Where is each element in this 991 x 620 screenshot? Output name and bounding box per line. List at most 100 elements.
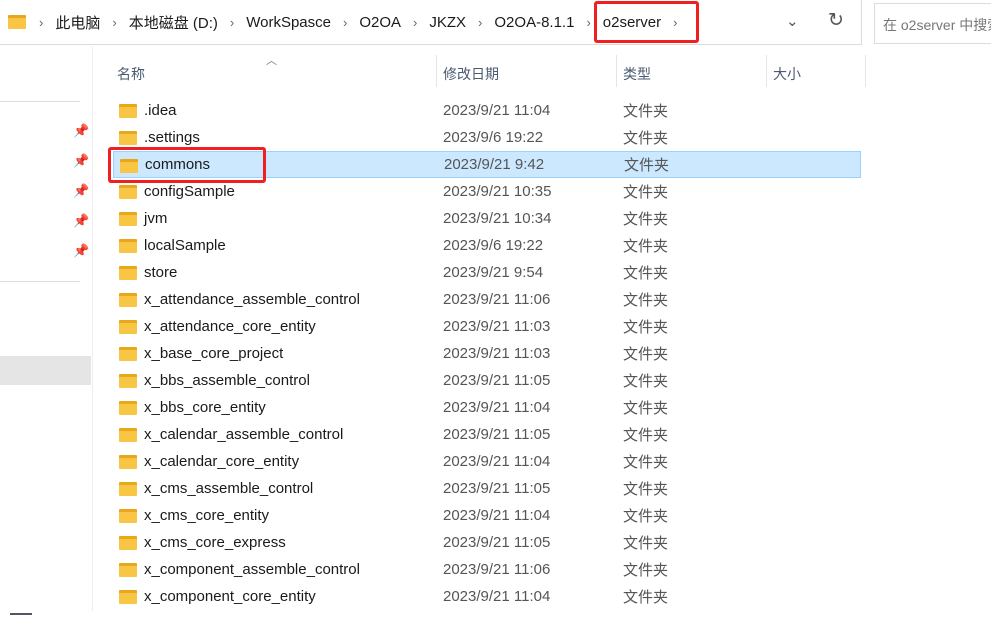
column-header-date[interactable]: 修改日期	[443, 55, 499, 91]
file-row[interactable]: localSample 2023/9/6 19:22 文件夹	[113, 232, 861, 259]
file-date: 2023/9/21 11:03	[443, 345, 551, 362]
file-row[interactable]: .idea 2023/9/21 11:04 文件夹	[113, 97, 861, 124]
file-date: 2023/9/21 11:04	[443, 399, 551, 416]
file-date: 2023/9/21 11:04	[443, 102, 551, 119]
file-name: configSample	[144, 183, 235, 200]
breadcrumb-item[interactable]: O2OA	[354, 14, 406, 31]
file-name: .idea	[144, 102, 177, 119]
file-type: 文件夹	[623, 346, 669, 363]
nav-item-selected[interactable]	[0, 356, 91, 385]
sort-ascending-icon: ︿	[266, 55, 277, 67]
column-header-size[interactable]: 大小	[773, 55, 801, 91]
folder-icon	[119, 428, 137, 442]
column-header-name[interactable]: 名称	[117, 55, 145, 91]
pin-icon[interactable]: 📌	[73, 123, 89, 139]
column-header-type[interactable]: 类型	[623, 55, 651, 91]
file-name: x_component_core_entity	[144, 588, 316, 605]
file-date: 2023/9/6 19:22	[443, 129, 544, 146]
breadcrumb-separator-icon[interactable]: ›	[336, 15, 354, 30]
file-name: store	[144, 264, 178, 281]
file-date: 2023/9/21 11:04	[443, 507, 551, 524]
column-divider[interactable]	[616, 55, 617, 87]
details-view-icon[interactable]	[10, 613, 32, 616]
pin-icon[interactable]: 📌	[73, 183, 89, 199]
divider	[0, 281, 80, 282]
breadcrumb-separator-icon[interactable]: ›	[105, 15, 123, 30]
file-row[interactable]: x_calendar_assemble_control 2023/9/21 11…	[113, 421, 861, 448]
breadcrumb-item[interactable]: WorkSpasce	[241, 14, 336, 31]
column-divider[interactable]	[766, 55, 767, 87]
file-type: 文件夹	[623, 400, 669, 417]
breadcrumb-item[interactable]: O2OA-8.1.1	[489, 14, 579, 31]
file-type: 文件夹	[623, 184, 669, 201]
refresh-icon[interactable]: ↻	[828, 9, 844, 32]
folder-icon	[119, 185, 137, 199]
folder-icon	[119, 212, 137, 226]
chevron-down-icon[interactable]: ⌄	[786, 12, 799, 30]
address-bar[interactable]: › 此电脑 › 本地磁盘 (D:) › WorkSpasce › O2OA › JKZX › O2OA…	[0, 0, 862, 45]
file-type: 文件夹	[623, 265, 669, 282]
breadcrumb: › 此电脑 › 本地磁盘 (D:) › WorkSpasce › O2OA › JKZX › O2OA…	[0, 0, 684, 44]
breadcrumb-item[interactable]: 此电脑	[50, 12, 105, 33]
breadcrumb-separator-icon[interactable]: ›	[32, 15, 50, 30]
file-date: 2023/9/6 19:22	[443, 237, 544, 254]
file-type: 文件夹	[623, 535, 669, 552]
file-date: 2023/9/21 10:35	[443, 183, 552, 200]
file-name: x_cms_core_express	[144, 534, 286, 551]
file-date: 2023/9/21 11:05	[443, 372, 551, 389]
folder-icon	[119, 347, 137, 361]
file-type: 文件夹	[623, 508, 669, 525]
folder-icon	[8, 15, 26, 29]
file-date: 2023/9/21 10:34	[443, 210, 552, 227]
file-row[interactable]: x_bbs_core_entity 2023/9/21 11:04 文件夹	[113, 394, 861, 421]
file-name: x_base_core_project	[144, 345, 284, 362]
folder-icon	[119, 536, 137, 550]
breadcrumb-item[interactable]: 本地磁盘 (D:)	[124, 12, 223, 33]
breadcrumb-item[interactable]: JKZX	[424, 14, 471, 31]
search-input[interactable]: 在 o2server 中搜索	[874, 3, 991, 44]
file-date: 2023/9/21 11:04	[443, 453, 551, 470]
file-type: 文件夹	[623, 373, 669, 390]
file-date: 2023/9/21 9:54	[443, 264, 544, 281]
folder-icon	[119, 239, 137, 253]
file-row[interactable]: x_cms_core_express 2023/9/21 11:05 文件夹	[113, 529, 861, 556]
highlight-box-commons	[108, 147, 266, 183]
file-row[interactable]: store 2023/9/21 9:54 文件夹	[113, 259, 861, 286]
file-row[interactable]: x_attendance_core_entity 2023/9/21 11:03…	[113, 313, 861, 340]
file-row[interactable]: x_base_core_project 2023/9/21 11:03 文件夹	[113, 340, 861, 367]
folder-icon	[119, 293, 137, 307]
file-date: 2023/9/21 11:06	[443, 291, 551, 308]
file-type: 文件夹	[623, 562, 669, 579]
navigation-pane: 📌 📌 📌 📌 📌	[0, 46, 93, 611]
file-row[interactable]: x_cms_assemble_control 2023/9/21 11:05 文…	[113, 475, 861, 502]
file-row[interactable]: x_attendance_assemble_control 2023/9/21 …	[113, 286, 861, 313]
file-row[interactable]: jvm 2023/9/21 10:34 文件夹	[113, 205, 861, 232]
breadcrumb-separator-icon[interactable]: ›	[406, 15, 424, 30]
file-name: .settings	[144, 129, 200, 146]
column-divider[interactable]	[865, 55, 866, 87]
file-row[interactable]: x_component_core_entity 2023/9/21 11:04 …	[113, 583, 861, 610]
file-date: 2023/9/21 9:42	[444, 156, 545, 173]
pin-icon[interactable]: 📌	[73, 153, 89, 169]
file-type: 文件夹	[623, 454, 669, 471]
file-type: 文件夹	[623, 238, 669, 255]
file-row[interactable]: x_bbs_assemble_control 2023/9/21 11:05 文…	[113, 367, 861, 394]
highlight-box-o2server	[594, 1, 699, 43]
pin-icon[interactable]: 📌	[73, 243, 89, 259]
pin-icon[interactable]: 📌	[73, 213, 89, 229]
breadcrumb-separator-icon[interactable]: ›	[471, 15, 489, 30]
file-name: x_attendance_assemble_control	[144, 291, 360, 308]
folder-icon	[119, 509, 137, 523]
breadcrumb-separator-icon[interactable]: ›	[223, 15, 241, 30]
file-row[interactable]: x_cms_core_entity 2023/9/21 11:04 文件夹	[113, 502, 861, 529]
file-row[interactable]: x_calendar_core_entity 2023/9/21 11:04 文…	[113, 448, 861, 475]
file-type: 文件夹	[623, 292, 669, 309]
column-divider[interactable]	[436, 55, 437, 87]
folder-icon	[119, 131, 137, 145]
folder-icon	[119, 482, 137, 496]
folder-icon	[119, 401, 137, 415]
folder-icon	[119, 374, 137, 388]
file-type: 文件夹	[623, 211, 669, 228]
file-row[interactable]: x_component_assemble_control 2023/9/21 1…	[113, 556, 861, 583]
file-name: x_cms_core_entity	[144, 507, 270, 524]
